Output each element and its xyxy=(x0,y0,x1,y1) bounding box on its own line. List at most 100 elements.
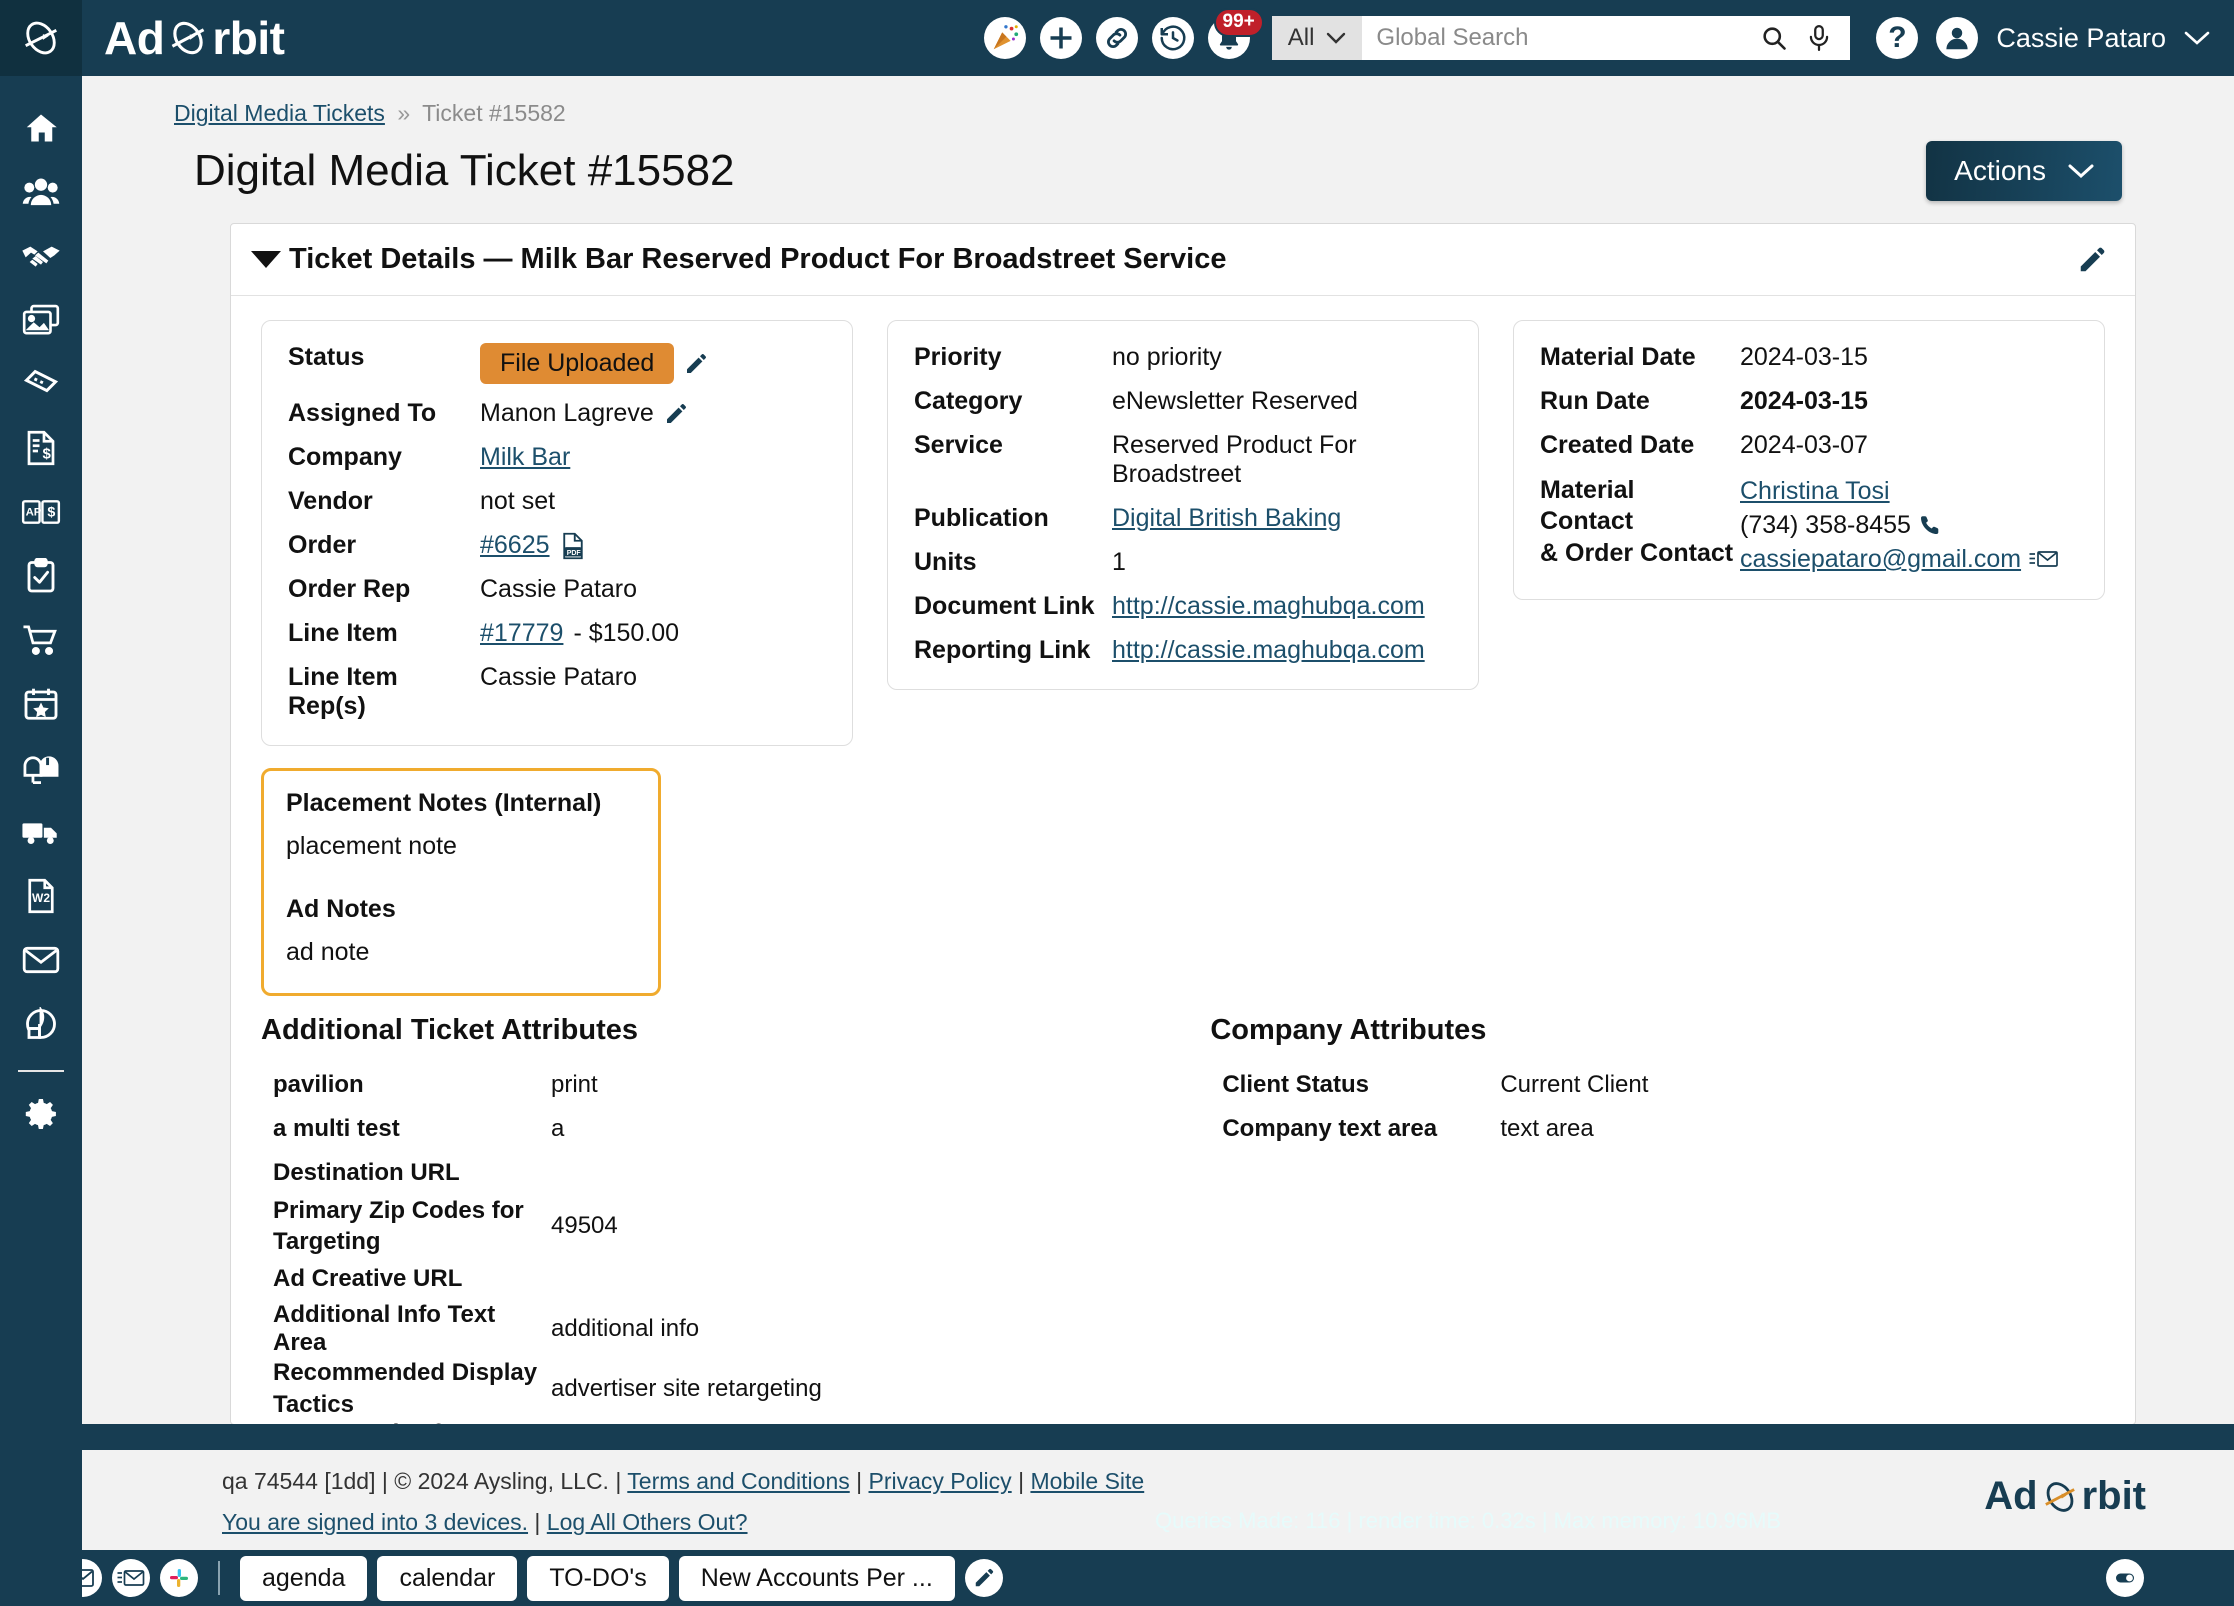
pencil-icon[interactable] xyxy=(964,1559,1003,1597)
sidebar-item-users[interactable] xyxy=(0,160,82,224)
field-publication-link[interactable]: Digital British Baking xyxy=(1112,504,1341,533)
party-popper-icon[interactable] xyxy=(983,17,1026,59)
panel-header: Ticket Details — Milk Bar Reserved Produ… xyxy=(231,224,2135,296)
taskbar-button-agenda[interactable]: agenda xyxy=(240,1555,368,1601)
footer-logout-others-link[interactable]: Log All Others Out? xyxy=(547,1509,748,1535)
sidebar-item-reports[interactable] xyxy=(0,992,82,1056)
sidebar-logo-mark[interactable] xyxy=(0,0,82,76)
brand-logo[interactable]: Ad rbit xyxy=(104,11,285,65)
contact-email-link[interactable]: cassiepataro@gmail.com xyxy=(1740,543,2021,575)
collapse-caret-icon[interactable] xyxy=(251,251,281,268)
sidebar-item-mailbox[interactable] xyxy=(0,736,82,800)
accounts-payable-icon: AP $ xyxy=(21,500,61,524)
sidebar-item-settings[interactable] xyxy=(0,1082,82,1146)
field-reporting-link-value[interactable]: http://cassie.maghubqa.com xyxy=(1112,636,1425,665)
footer-brand-logo: Ad rbit xyxy=(1984,1474,2146,1519)
footer-divider-band xyxy=(0,1424,2234,1450)
taskbar-button-calendar[interactable]: calendar xyxy=(377,1555,518,1601)
attribute-value: print xyxy=(551,1071,598,1098)
sidebar-item-accounts-payable[interactable]: AP $ xyxy=(0,480,82,544)
taskbar-button-todos[interactable]: TO-DO's xyxy=(527,1555,669,1601)
contact-label-line3: & Order Contact xyxy=(1540,538,1734,567)
sidebar-item-shipping[interactable] xyxy=(0,800,82,864)
plus-icon[interactable] xyxy=(1039,17,1082,59)
field-line-item-link[interactable]: #17779 xyxy=(480,619,563,648)
ad-notes-text: ad note xyxy=(286,938,370,966)
ad-notes-heading: Ad Notes xyxy=(286,895,396,923)
search-action-icons xyxy=(1742,16,1851,60)
field-company-link[interactable]: Milk Bar xyxy=(480,443,570,472)
handshake-icon xyxy=(22,246,60,267)
history-icon[interactable] xyxy=(1151,17,1194,59)
footer-mobile-site-link[interactable]: Mobile Site xyxy=(1030,1468,1144,1494)
footer-privacy-link[interactable]: Privacy Policy xyxy=(869,1468,1012,1494)
attribute-label: Additional Info Text Area xyxy=(273,1301,496,1357)
attribute-row: Client Status Current Client xyxy=(1210,1063,2105,1107)
toggle-switch-icon[interactable] xyxy=(2106,1559,2144,1597)
search-scope-dropdown[interactable]: All xyxy=(1271,16,1363,60)
field-reporting-link-label: Reporting Link xyxy=(914,636,1091,664)
chevron-down-icon xyxy=(1327,32,1346,44)
footer-terms-link[interactable]: Terms and Conditions xyxy=(627,1468,849,1494)
avatar[interactable] xyxy=(1936,17,1979,59)
taskbar-button-new-accounts[interactable]: New Accounts Per ... xyxy=(678,1555,955,1601)
breadcrumb-link-root[interactable]: Digital Media Tickets xyxy=(174,100,385,126)
attribute-value: a xyxy=(551,1115,565,1142)
attribute-label: Ad Creative URL xyxy=(273,1265,463,1293)
phone-icon[interactable] xyxy=(1919,514,1941,536)
attribute-label: Primary Zip Codes for Targeting xyxy=(273,1197,524,1256)
edit-assigned-to-pencil-icon[interactable] xyxy=(664,402,688,426)
envelope-lines-icon[interactable] xyxy=(112,1559,150,1597)
attribute-label: pavilion xyxy=(273,1071,364,1098)
search-scope-value: All xyxy=(1287,24,1315,51)
bell-icon[interactable]: 99+ xyxy=(1207,8,1264,59)
search-input[interactable] xyxy=(1362,16,1743,60)
field-assigned-to-value: Manon Lagreve xyxy=(480,399,654,427)
field-order-rep: Order Rep Cassie Pataro xyxy=(288,575,826,604)
field-created-date-label: Created Date xyxy=(1540,431,1695,459)
link-icon[interactable] xyxy=(1095,17,1138,59)
sidebar-item-orders[interactable] xyxy=(0,608,82,672)
attributes-section: Additional Ticket Attributes pavilion pr… xyxy=(231,996,2135,1424)
sidebar-item-tickets[interactable] xyxy=(0,352,82,416)
panel-edit-pencil-icon[interactable] xyxy=(2077,245,2107,275)
attribute-value: 49504 xyxy=(551,1212,618,1240)
sidebar-item-home[interactable] xyxy=(0,96,82,160)
slack-icon[interactable] xyxy=(160,1559,198,1597)
notification-count-badge: 99+ xyxy=(1213,8,1264,37)
field-created-date-value: 2024-03-07 xyxy=(1740,431,1868,459)
pdf-icon[interactable]: PDF xyxy=(560,532,586,560)
footer-devices-link[interactable]: You are signed into 3 devices. xyxy=(222,1509,528,1535)
calendar-star-icon xyxy=(24,688,58,720)
sidebar-item-media[interactable] xyxy=(0,288,82,352)
field-reporting-link: Reporting Link http://cassie.maghubqa.co… xyxy=(914,636,1452,665)
user-menu-chevron-icon[interactable] xyxy=(2184,31,2210,46)
actions-button[interactable]: Actions xyxy=(1926,141,2122,201)
sidebar-item-handshake[interactable] xyxy=(0,224,82,288)
attribute-label: Destination URL xyxy=(273,1159,460,1186)
sidebar-item-calendar[interactable] xyxy=(0,672,82,736)
mailbox-icon xyxy=(23,756,59,785)
microphone-icon[interactable] xyxy=(1806,24,1832,52)
field-material-date-label: Material Date xyxy=(1540,343,1696,371)
sidebar-item-invoices[interactable]: $ xyxy=(0,416,82,480)
page-title: Digital Media Ticket #15582 xyxy=(194,146,735,195)
contact-name-link[interactable]: Christina Tosi xyxy=(1740,477,1890,505)
send-email-icon[interactable] xyxy=(2029,549,2059,569)
footer-performance-stats: Queries Made: 116 | render time: 0.32s |… xyxy=(1155,1508,1782,1533)
help-icon[interactable]: ? xyxy=(1876,17,1919,59)
edit-status-pencil-icon[interactable] xyxy=(684,352,708,376)
attribute-label: a multi test xyxy=(273,1115,400,1142)
field-category: Category eNewsletter Reserved xyxy=(914,387,1452,416)
sidebar-item-email[interactable] xyxy=(0,928,82,992)
field-line-item-reps-value: Cassie Pataro xyxy=(480,663,638,691)
top-navigation-bar: Ad rbit 99+ All Global Search ? Cassie P… xyxy=(0,0,2234,76)
field-order-link[interactable]: #6625 xyxy=(480,531,550,560)
search-icon[interactable] xyxy=(1760,24,1788,52)
ticket-attributes-group: Additional Ticket Attributes pavilion pr… xyxy=(261,1014,1210,1424)
footer-brand-pre: Ad xyxy=(1984,1474,2038,1518)
attribute-row: Additional Info Text Area additional inf… xyxy=(261,1301,1210,1357)
sidebar-item-tasks[interactable] xyxy=(0,544,82,608)
sidebar-item-w2[interactable]: W2 xyxy=(0,864,82,928)
field-document-link-value[interactable]: http://cassie.maghubqa.com xyxy=(1112,592,1425,621)
